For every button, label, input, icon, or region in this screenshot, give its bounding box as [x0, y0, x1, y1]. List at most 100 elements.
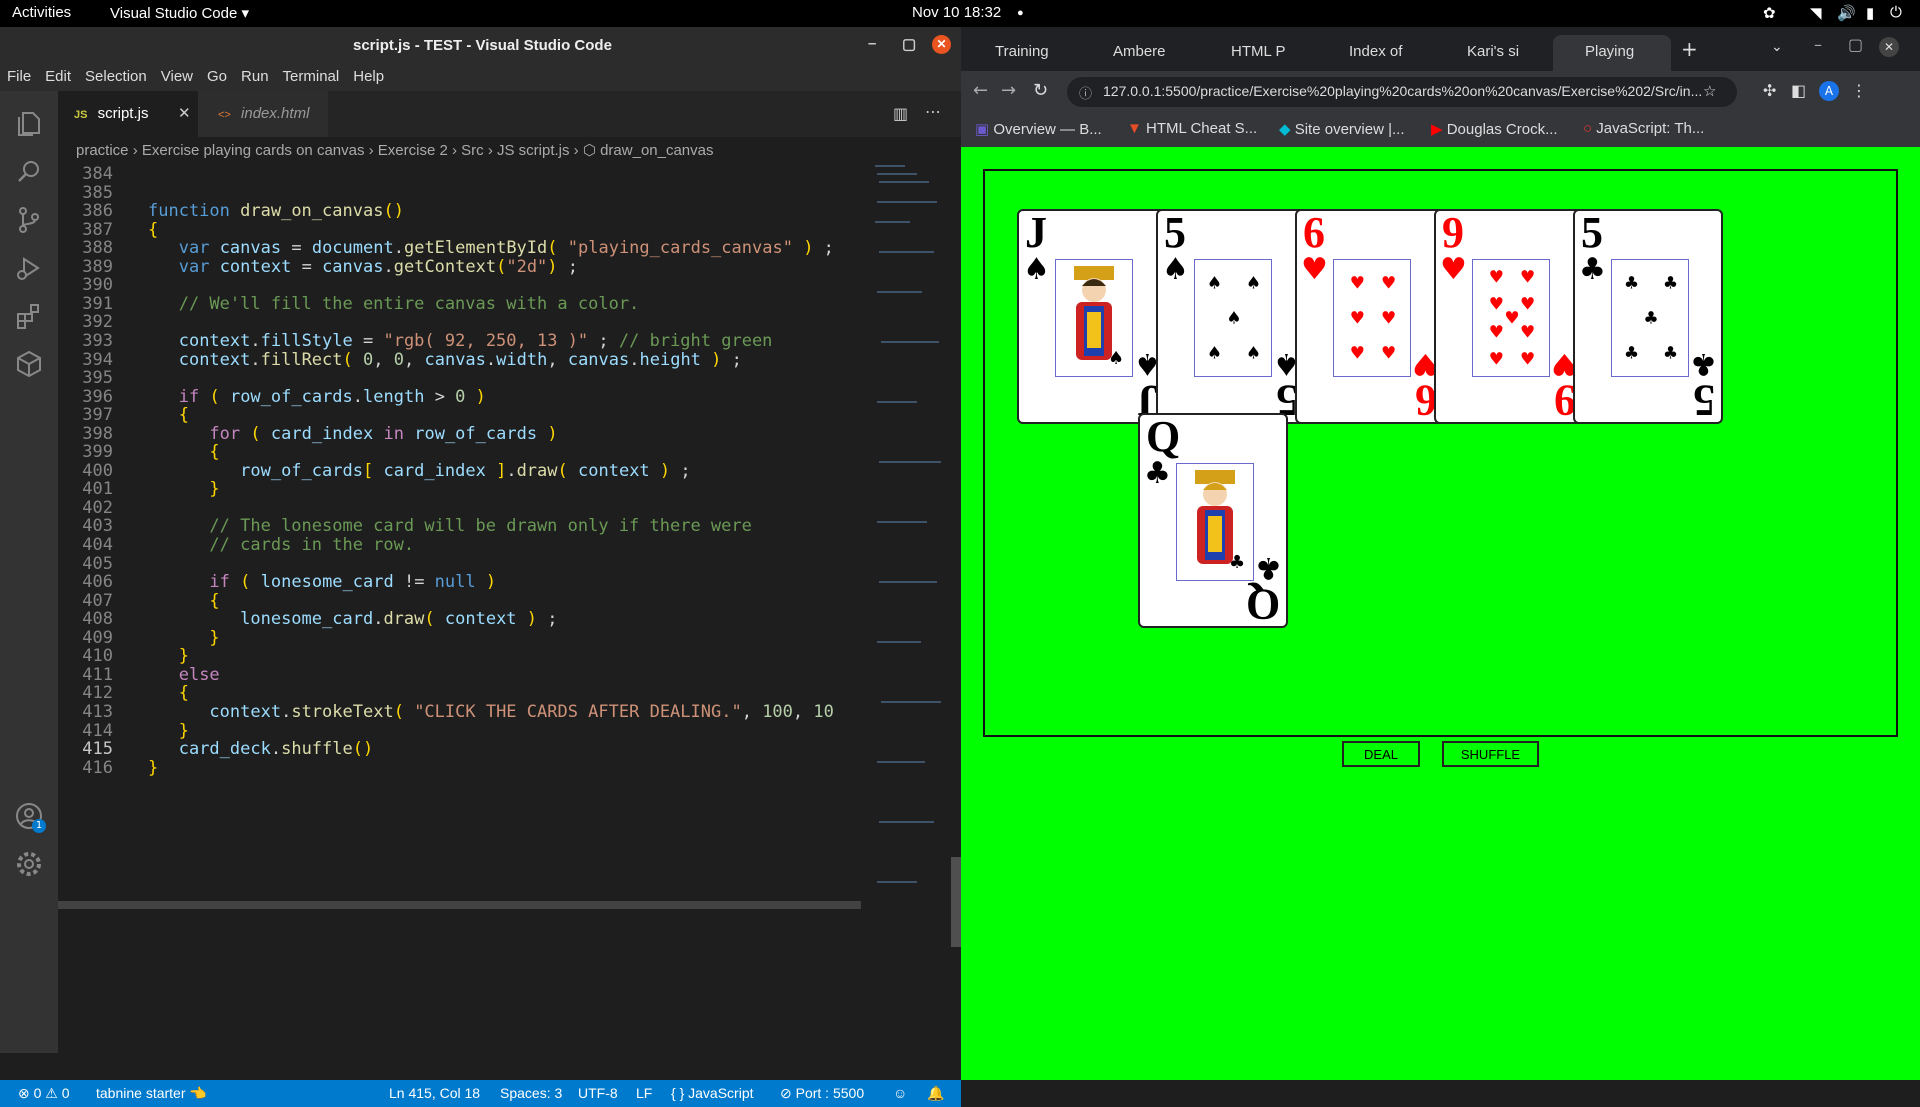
queen-portrait-icon: ♣	[1195, 470, 1245, 573]
browser-menu-icon[interactable]: ⋮	[1851, 81, 1867, 100]
menu-go[interactable]: Go	[200, 65, 234, 85]
card-pip-icon: ♠	[1206, 343, 1223, 364]
profile-avatar[interactable]: A	[1819, 81, 1839, 101]
more-actions-icon[interactable]: ⋯	[925, 102, 941, 121]
menu-terminal[interactable]: Terminal	[276, 65, 347, 85]
card-pip-icon: ♥	[1380, 273, 1397, 294]
bookmarks-bar: ▣ Overview — B... ▼ HTML Cheat S... ◆ Si…	[961, 113, 1920, 147]
search-icon[interactable]	[14, 157, 44, 187]
browser-tab[interactable]: Ambere	[1081, 35, 1199, 71]
breadcrumb[interactable]: practice › Exercise playing cards on can…	[58, 137, 961, 161]
bookmark-item[interactable]: ○ JavaScript: Th...	[1583, 120, 1704, 137]
chrome-window: Training Ambere HTML P Index of Kari's s…	[961, 27, 1920, 1080]
bookmark-star-icon[interactable]: ☆	[1703, 82, 1716, 100]
volume-icon[interactable]: 🔊	[1837, 4, 1856, 22]
cursor-position[interactable]: Ln 415, Col 18	[389, 1085, 480, 1101]
playing-cards-canvas[interactable]: J ♠ J ♠ ♠ 5 ♠ 5 ♠ ♠ ♠ ♠ ♠ ♠ 6 ♥ 6 ♥ ♥ ♥ ♥ ♥ ♥ ♥ 9 ♥ 9 ♥ ♥ ♥ ♥ ♥ ♥ ♥ ♥ ♥ ♥ 5 ♣ 5…	[983, 169, 1898, 737]
notifications-bell-icon[interactable]: 🔔	[927, 1085, 944, 1102]
clock[interactable]: Nov 10 18:32	[912, 4, 1001, 21]
live-server-port[interactable]: ⊘ Port : 5500	[780, 1085, 864, 1102]
browser-tab[interactable]: Training	[963, 35, 1081, 71]
forward-icon[interactable]: →	[1001, 80, 1016, 101]
minimize-button[interactable]: –	[868, 35, 876, 52]
card-suit-icon: ♣	[1579, 252, 1606, 287]
tab-search-chevron-icon[interactable]: ⌄	[1771, 39, 1783, 55]
tray-icon[interactable]: ✿	[1763, 4, 1776, 22]
code-line[interactable]: 416}	[58, 757, 861, 780]
bookmark-item[interactable]: ▣ Overview — B...	[975, 120, 1102, 138]
playing-card[interactable]: 5 ♠ 5 ♠ ♠ ♠ ♠ ♠ ♠	[1156, 209, 1306, 425]
playing-card[interactable]: 5 ♣ 5 ♣ ♣ ♣ ♣ ♣ ♣	[1573, 209, 1723, 425]
maximize-button[interactable]: ▢	[1848, 35, 1863, 54]
settings-gear-icon[interactable]	[14, 849, 44, 879]
bookmark-item[interactable]: ◆ Site overview |...	[1279, 120, 1405, 138]
card-pip-icon: ♥	[1349, 343, 1366, 364]
line-number: 416	[82, 757, 113, 778]
menu-file[interactable]: File	[0, 65, 38, 85]
explorer-icon[interactable]	[14, 109, 44, 139]
deal-button[interactable]: DEAL	[1342, 741, 1420, 767]
encoding-status[interactable]: UTF-8	[578, 1085, 618, 1101]
vertical-scrollbar[interactable]	[951, 857, 961, 947]
browser-tab-active[interactable]: Playing	[1553, 35, 1671, 71]
maximize-button[interactable]: ▢	[902, 35, 916, 53]
remote-explorer-icon[interactable]	[14, 349, 44, 379]
activities-button[interactable]: Activities	[12, 4, 71, 21]
battery-icon[interactable]: ▮	[1866, 4, 1874, 22]
tab-script-js[interactable]: JS script.js ✕	[58, 91, 198, 137]
playing-card[interactable]: 6 ♥ 6 ♥ ♥ ♥ ♥ ♥ ♥ ♥	[1295, 209, 1445, 425]
extensions-puzzle-icon[interactable]: ✣	[1763, 81, 1776, 100]
source-control-icon[interactable]	[14, 205, 44, 235]
card-pip-icon: ♣	[1623, 273, 1640, 294]
playing-card[interactable]: J ♠ J ♠ ♠	[1017, 208, 1167, 425]
tab-index-html[interactable]: <> index.html	[198, 91, 328, 137]
run-debug-icon[interactable]	[14, 253, 44, 283]
card-rank-bottom: Q	[1245, 580, 1280, 629]
shuffle-button[interactable]: SHUFFLE	[1442, 741, 1539, 767]
close-button[interactable]: ✕	[1879, 37, 1899, 57]
card-pip-icon: ♣	[1643, 308, 1659, 329]
browser-tab-strip: Training Ambere HTML P Index of Kari's s…	[961, 27, 1920, 71]
browser-tab[interactable]: Index of	[1317, 35, 1435, 71]
eol-status[interactable]: LF	[636, 1085, 652, 1101]
bookmark-item[interactable]: ▶ Douglas Crock...	[1431, 120, 1558, 138]
playing-card[interactable]: 9 ♥ 9 ♥ ♥ ♥ ♥ ♥ ♥ ♥ ♥ ♥ ♥	[1434, 209, 1584, 425]
jack-portrait-icon: ♠	[1074, 266, 1124, 369]
menu-edit[interactable]: Edit	[38, 65, 78, 85]
browser-tab[interactable]: HTML P	[1199, 35, 1317, 71]
language-mode[interactable]: { } JavaScript	[671, 1085, 754, 1101]
menu-view[interactable]: View	[154, 65, 200, 85]
split-editor-icon[interactable]: ▥	[893, 104, 908, 123]
indentation-status[interactable]: Spaces: 3	[500, 1085, 562, 1101]
card-rank: J	[1025, 208, 1047, 257]
new-tab-button[interactable]: +	[1681, 37, 1698, 61]
extensions-icon[interactable]	[14, 301, 44, 331]
reload-icon[interactable]: ↻	[1033, 80, 1048, 101]
site-info-icon[interactable]: ⓘ	[1079, 83, 1092, 102]
back-icon[interactable]: ←	[973, 80, 988, 101]
menu-selection[interactable]: Selection	[78, 65, 154, 85]
close-button[interactable]: ✕	[932, 35, 951, 54]
side-panel-icon[interactable]: ◧	[1791, 81, 1806, 100]
app-menu[interactable]: Visual Studio Code ▾	[110, 4, 249, 22]
horizontal-scrollbar[interactable]	[58, 901, 861, 909]
card-pip-icon: ♥	[1519, 294, 1536, 315]
problems-status[interactable]: ⊗ 0 ⚠ 0	[18, 1085, 70, 1102]
tabnine-status[interactable]: tabnine starter 👈	[96, 1085, 207, 1102]
code-editor[interactable]: 384 385 386 function draw_on_canvas() 387{38…	[58, 161, 861, 1053]
address-bar[interactable]: ⓘ 127.0.0.1:5500/practice/Exercise%20pla…	[1067, 77, 1737, 107]
bookmark-item[interactable]: ▼ HTML Cheat S...	[1127, 120, 1257, 137]
menu-help[interactable]: Help	[346, 65, 391, 85]
card-pip-icon: ♣	[1662, 273, 1679, 294]
svg-text:♣: ♣	[1229, 552, 1245, 573]
playing-card[interactable]: Q ♣ Q ♣ ♣	[1138, 413, 1288, 629]
minimap[interactable]	[871, 161, 951, 1021]
browser-tab[interactable]: Kari's si	[1435, 35, 1553, 71]
power-icon[interactable]: ⏻	[1890, 4, 1902, 21]
wifi-icon[interactable]: ◥	[1810, 4, 1822, 22]
minimize-button[interactable]: –	[1814, 35, 1822, 54]
tab-close-icon[interactable]: ✕	[178, 104, 191, 122]
feedback-icon[interactable]: ☺	[893, 1085, 907, 1101]
menu-run[interactable]: Run	[234, 65, 276, 85]
minimap-lines	[875, 165, 941, 883]
